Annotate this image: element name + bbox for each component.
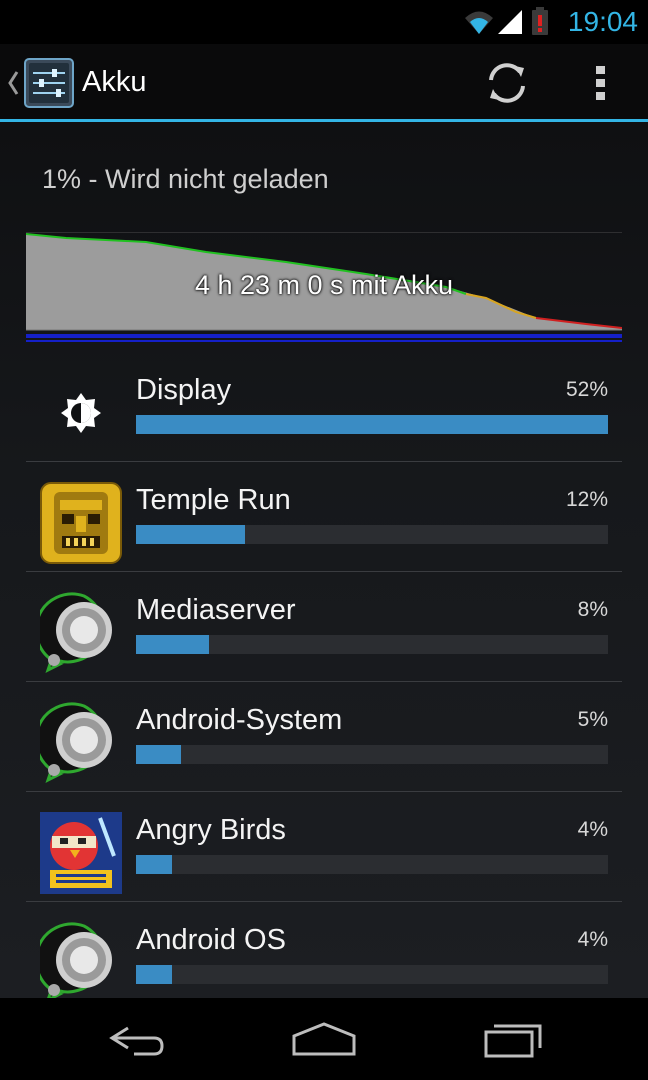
list-item[interactable]: Android OS 4% [26, 902, 622, 998]
usage-bar-fill [136, 525, 245, 544]
page-title: Akku [82, 66, 147, 98]
usage-percent: 12% [565, 488, 608, 511]
up-caret-icon[interactable] [6, 68, 20, 98]
refresh-icon[interactable] [482, 58, 532, 108]
usage-bar [136, 965, 608, 984]
usage-bar [136, 745, 608, 764]
display-brightness-icon [61, 393, 101, 433]
usage-percent: 4% [577, 928, 608, 951]
recent-apps-icon[interactable] [472, 1018, 552, 1062]
action-bar: Akku [0, 44, 648, 122]
temple-run-icon [40, 482, 122, 564]
usage-bar-fill [136, 415, 608, 434]
list-item[interactable]: Angry Birds 4% [26, 792, 622, 902]
battery-content: 1% - Wird nicht geladen 4 h 23 m 0 s mit… [0, 122, 648, 998]
usage-percent: 4% [577, 818, 608, 841]
android-system-icon [40, 922, 112, 998]
home-icon[interactable] [284, 1018, 364, 1062]
list-item[interactable]: Display 52% [26, 352, 622, 462]
android-system-icon [40, 592, 112, 673]
app-name: Mediaserver [136, 594, 296, 626]
usage-bar [136, 415, 608, 434]
usage-bar-fill [136, 635, 209, 654]
status-icons [462, 6, 552, 38]
wifi-icon [465, 11, 493, 34]
usage-bar [136, 635, 608, 654]
app-name: Android OS [136, 924, 286, 956]
charge-status: 1% - Wird nicht geladen [42, 164, 329, 194]
usage-bar [136, 855, 608, 874]
battery-low-icon [532, 7, 548, 35]
usage-bar-fill [136, 965, 173, 984]
usage-percent: 8% [577, 598, 608, 621]
clock: 19:04 [567, 6, 638, 37]
usage-percent: 5% [577, 708, 608, 731]
status-bar: 19:04 [0, 0, 648, 44]
settings-app-icon[interactable] [24, 58, 74, 108]
overflow-menu-icon[interactable] [586, 58, 616, 108]
usage-percent: 52% [565, 378, 608, 401]
usage-bar-fill [136, 855, 173, 874]
usage-bar [136, 525, 608, 544]
app-name: Temple Run [136, 484, 291, 516]
list-item[interactable]: Android-System 5% [26, 682, 622, 792]
back-icon[interactable] [98, 1018, 178, 1062]
angry-birds-star-wars-icon [40, 812, 122, 894]
app-name: Angry Birds [136, 814, 286, 846]
usage-bar-fill [136, 745, 182, 764]
android-system-icon [40, 702, 112, 783]
navigation-bar [0, 998, 648, 1080]
battery-history-graph[interactable]: 4 h 23 m 0 s mit Akku [25, 231, 623, 344]
graph-label: 4 h 23 m 0 s mit Akku [194, 270, 454, 300]
list-item[interactable]: Temple Run 12% [26, 462, 622, 572]
signal-icon [498, 10, 522, 34]
app-name: Android-System [136, 704, 343, 736]
list-item[interactable]: Mediaserver 8% [26, 572, 622, 682]
app-name: Display [136, 374, 232, 406]
